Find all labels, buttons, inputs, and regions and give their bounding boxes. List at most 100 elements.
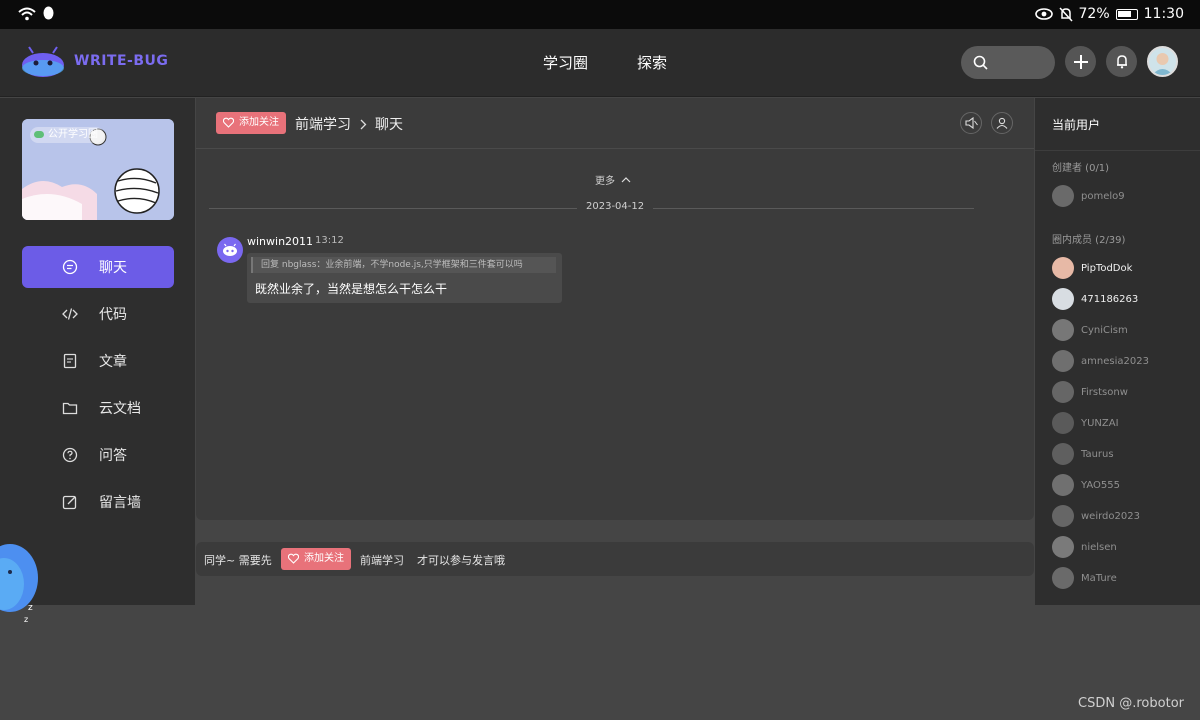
breadcrumb: 前端学习 聊天 bbox=[295, 114, 403, 134]
nav-explore[interactable]: 探索 bbox=[637, 52, 667, 73]
clock: 11:30 bbox=[1143, 6, 1184, 22]
member-avatar bbox=[1052, 381, 1074, 403]
member-item[interactable]: weirdo2023 bbox=[1052, 505, 1140, 527]
nav-article[interactable]: 文章 bbox=[22, 340, 174, 382]
nav-cloud-docs[interactable]: 云文档 bbox=[22, 387, 174, 429]
nav-cloud-docs-label: 云文档 bbox=[99, 401, 141, 417]
circle-nav: 聊天 代码 文章 云文档 问答 留言墙 bbox=[22, 246, 174, 528]
message-text: 既然业余了，当然是想怎么干怎么干 bbox=[255, 282, 448, 296]
nav-message-wall[interactable]: 留言墙 bbox=[22, 481, 174, 523]
member-name: pomelo9 bbox=[1081, 190, 1125, 202]
member-avatar bbox=[1052, 185, 1074, 207]
public-circle-tag: 公开学习圈 bbox=[30, 127, 104, 143]
cloud-icon bbox=[34, 131, 44, 138]
member-item[interactable]: Firstsonw bbox=[1052, 381, 1128, 403]
member-avatar bbox=[1052, 567, 1074, 589]
nav-code[interactable]: 代码 bbox=[22, 293, 174, 335]
chat-header: 添加关注 前端学习 聊天 bbox=[196, 98, 1034, 149]
member-item[interactable]: CyniCism bbox=[1052, 319, 1128, 341]
member-item[interactable]: 471186263 bbox=[1052, 288, 1138, 310]
input-follow-button[interactable]: 添加关注 bbox=[281, 548, 351, 570]
heart-icon bbox=[223, 117, 234, 128]
nav-qa[interactable]: 问答 bbox=[22, 434, 174, 476]
member-item[interactable]: nielsen bbox=[1052, 536, 1117, 558]
search-input[interactable] bbox=[961, 46, 1055, 79]
member-avatar bbox=[1052, 288, 1074, 310]
member-avatar bbox=[1052, 505, 1074, 527]
nav-learning-circle[interactable]: 学习圈 bbox=[543, 52, 588, 73]
nav-message-wall-label: 留言墙 bbox=[99, 495, 141, 511]
members-title: 当前用户 bbox=[1052, 118, 1101, 132]
message-username[interactable]: winwin2011 bbox=[247, 235, 313, 248]
message-bubble: 回复 nbglass：业余前端，不学node.js,只学框架和三件套可以吗 既然… bbox=[247, 253, 562, 303]
nav-chat[interactable]: 聊天 bbox=[22, 246, 174, 288]
quoted-reply: 回复 nbglass：业余前端，不学node.js,只学框架和三件套可以吗 bbox=[251, 257, 556, 273]
plus-icon bbox=[1073, 54, 1088, 69]
members-count-label: 圈内成员 (2/39) bbox=[1052, 235, 1126, 246]
members-sidebar: 当前用户 创建者 (0/1) pomelo9 圈内成员 (2/39) PipTo… bbox=[1035, 98, 1200, 605]
member-avatar bbox=[1052, 319, 1074, 341]
member-name: weirdo2023 bbox=[1081, 510, 1140, 522]
speaker-mute-icon bbox=[964, 117, 978, 129]
user-icon bbox=[996, 117, 1008, 129]
member-name: nielsen bbox=[1081, 541, 1117, 553]
member-name: CyniCism bbox=[1081, 324, 1128, 336]
mute-button[interactable] bbox=[960, 112, 982, 134]
creator-label: 创建者 (0/1) bbox=[1052, 163, 1110, 174]
member-name: MaTure bbox=[1081, 572, 1117, 584]
breadcrumb-circle[interactable]: 前端学习 bbox=[295, 114, 351, 134]
member-name: YAO555 bbox=[1081, 479, 1120, 491]
chat-icon bbox=[62, 259, 78, 275]
member-item[interactable]: pomelo9 bbox=[1052, 185, 1125, 207]
member-item[interactable]: MaTure bbox=[1052, 567, 1117, 589]
input-circle-name: 前端学习 bbox=[360, 554, 404, 567]
members-divider bbox=[1035, 150, 1200, 151]
member-item[interactable]: amnesia2023 bbox=[1052, 350, 1149, 372]
member-avatar bbox=[1052, 257, 1074, 279]
member-name: 471186263 bbox=[1081, 293, 1139, 305]
avatar-image bbox=[1152, 53, 1173, 75]
battery-percent: 72% bbox=[1078, 6, 1110, 22]
folder-icon bbox=[62, 402, 78, 415]
watermark: CSDN @.robotor bbox=[1078, 696, 1184, 711]
notifications-button[interactable] bbox=[1106, 46, 1137, 77]
circle-cover-image[interactable]: 公开学习圈 bbox=[22, 119, 174, 220]
article-icon bbox=[63, 353, 77, 369]
mute-bell-icon bbox=[1058, 6, 1073, 22]
edit-icon bbox=[62, 495, 77, 510]
nav-article-label: 文章 bbox=[99, 354, 127, 370]
circle-sidebar: 公开学习圈 聊天 代码 文章 云文档 问答 留言墙 bbox=[0, 98, 195, 605]
member-item[interactable]: Taurus bbox=[1052, 443, 1114, 465]
member-avatar bbox=[1052, 536, 1074, 558]
member-name: YUNZAI bbox=[1081, 417, 1119, 429]
member-item[interactable]: YUNZAI bbox=[1052, 412, 1119, 434]
heart-icon bbox=[288, 553, 299, 564]
floating-mascot-icon[interactable]: z z bbox=[0, 532, 42, 626]
status-bar: 72% 11:30 bbox=[0, 0, 1200, 29]
logo[interactable]: WRITE-BUG bbox=[20, 44, 168, 78]
eye-icon bbox=[1034, 8, 1053, 20]
search-icon bbox=[973, 55, 988, 70]
members-button[interactable] bbox=[991, 112, 1013, 134]
add-button[interactable] bbox=[1065, 46, 1096, 77]
code-icon bbox=[62, 308, 78, 320]
svg-text:z: z bbox=[24, 615, 28, 624]
date-label: 2023-04-12 bbox=[577, 201, 654, 212]
breadcrumb-chat: 聊天 bbox=[375, 117, 403, 133]
member-name: Firstsonw bbox=[1081, 386, 1128, 398]
input-prompt-prefix: 同学~ 需要先 bbox=[204, 554, 272, 567]
message-avatar[interactable] bbox=[217, 237, 243, 263]
member-name: PipTodDok bbox=[1081, 262, 1133, 274]
load-more-button[interactable]: 更多 bbox=[595, 172, 631, 187]
member-item[interactable]: PipTodDok bbox=[1052, 257, 1132, 279]
member-avatar bbox=[1052, 412, 1074, 434]
question-icon bbox=[62, 447, 78, 463]
mascot-logo-icon bbox=[22, 46, 64, 77]
qq-icon bbox=[43, 6, 54, 20]
svg-text:z: z bbox=[28, 603, 33, 613]
app-header: WRITE-BUG 学习圈 探索 bbox=[0, 29, 1200, 97]
follow-button[interactable]: 添加关注 bbox=[216, 112, 286, 134]
user-avatar[interactable] bbox=[1147, 46, 1178, 77]
member-item[interactable]: YAO555 bbox=[1052, 474, 1120, 496]
input-follow-label: 添加关注 bbox=[304, 553, 344, 564]
